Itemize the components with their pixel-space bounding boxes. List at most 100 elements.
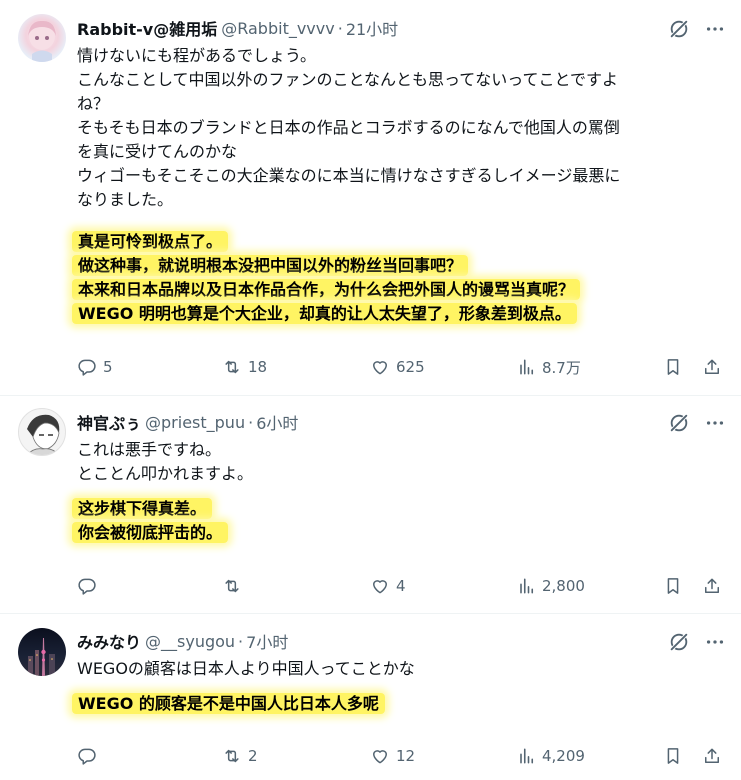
text-line: これは悪手ですね。 — [77, 440, 222, 459]
text-line: なりました。 — [77, 190, 174, 209]
sketch-avatar-image — [26, 414, 60, 455]
views-icon — [516, 576, 536, 596]
more-icon[interactable] — [703, 411, 727, 435]
reply-count: 5 — [103, 358, 113, 376]
views-icon — [516, 357, 536, 377]
share-icon — [702, 746, 722, 766]
grok-icon[interactable] — [667, 630, 691, 654]
user-handle[interactable]: @priest_puu — [145, 413, 245, 432]
tweet-text: 情けないにも程があるでしょう。 こんなことして中国以外のファンのことなんとも思っ… — [77, 44, 620, 212]
views-button[interactable]: 2,800 — [516, 573, 585, 599]
share-button[interactable] — [702, 354, 722, 380]
reply-button[interactable] — [77, 573, 103, 599]
translation-line: 你会被彻底抨击的。 — [72, 522, 229, 543]
text-line: ウィゴーもそこそこの大企業なのに本当に情けなさすぎるしイメージ最悪に — [77, 166, 621, 185]
views-button[interactable]: 4,209 — [516, 743, 585, 769]
repost-button[interactable] — [222, 573, 248, 599]
bookmark-icon — [663, 357, 683, 377]
tweet-header: 神官ぷぅ @priest_puu · 6小时 — [77, 410, 298, 434]
text-line: そもそも日本のブランドと日本の作品とコラボするのになんで他国人の罵倒 — [77, 118, 620, 137]
text-line: ね？ — [77, 94, 110, 113]
share-icon — [702, 576, 722, 596]
action-bar: 2 12 4,209 — [0, 743, 741, 769]
bookmark-button[interactable] — [663, 573, 683, 599]
tweet-text: これは悪手ですね。 とことん叩かれますよ。 — [77, 438, 253, 486]
translation-line: WEGO 明明也算是个大企业，却真的让人太失望了，形象差到极点。 — [72, 303, 577, 324]
share-icon — [702, 357, 722, 377]
grok-icon[interactable] — [667, 411, 691, 435]
display-name[interactable]: みみなり — [77, 629, 141, 653]
avatar[interactable] — [18, 628, 66, 676]
reply-button[interactable]: 5 — [77, 354, 113, 380]
user-handle[interactable]: @__syugou — [145, 632, 235, 651]
like-button[interactable]: 12 — [370, 743, 415, 769]
like-icon — [370, 746, 390, 766]
bookmark-icon — [663, 746, 683, 766]
grok-icon[interactable] — [667, 17, 691, 41]
anime-avatar-image — [28, 20, 56, 62]
text-line: こんなことして中国以外のファンのことなんとも思ってないってことですよ — [77, 70, 618, 89]
action-bar: 5 18 625 8.7万 — [0, 354, 741, 380]
share-button[interactable] — [702, 743, 722, 769]
user-handle[interactable]: @Rabbit_vvvv — [221, 19, 334, 38]
translation-line: 本来和日本品牌以及日本作品合作，为什么会把外国人的谩骂当真呢？ — [72, 279, 581, 300]
repost-button[interactable]: 2 — [222, 743, 258, 769]
tweet[interactable]: 神官ぷぅ @priest_puu · 6小时 これは悪手ですね。 とことん叩かれ… — [0, 396, 741, 613]
reply-button[interactable] — [77, 743, 103, 769]
like-button[interactable]: 625 — [370, 354, 425, 380]
tweet-text: WEGOの顧客は日本人より中国人ってことかな — [77, 657, 415, 681]
text-line: とことん叩かれますよ。 — [77, 464, 254, 483]
reply-icon — [77, 576, 97, 596]
timestamp[interactable]: 7小时 — [246, 629, 288, 653]
repost-icon — [222, 746, 242, 766]
tweet-header: Rabbit-v@雑用垢 @Rabbit_vvvv · 21小时 — [77, 16, 398, 40]
views-button[interactable]: 8.7万 — [516, 354, 581, 380]
translation-block: 真是可怜到极点了。 做这种事，就说明根本没把中国以外的粉丝当回事吧？ 本来和日本… — [72, 230, 581, 326]
like-count: 625 — [396, 358, 425, 376]
more-icon[interactable] — [703, 630, 727, 654]
text-line: 情けないにも程があるでしょう。 — [77, 46, 317, 65]
reply-icon — [77, 746, 97, 766]
share-button[interactable] — [702, 573, 722, 599]
text-line: を真に受けてんのかな — [77, 142, 238, 161]
repost-count: 2 — [248, 747, 258, 765]
view-count: 8.7万 — [542, 358, 581, 377]
more-icon[interactable] — [703, 17, 727, 41]
separator-dot: · — [337, 18, 343, 38]
like-count: 4 — [396, 577, 406, 595]
repost-count: 18 — [248, 358, 268, 376]
reply-icon — [77, 357, 97, 377]
translation-line: 做这种事，就说明根本没把中国以外的粉丝当回事吧？ — [72, 255, 469, 276]
translation-block: 这步棋下得真差。 你会被彻底抨击的。 — [72, 497, 229, 545]
repost-icon — [222, 576, 242, 596]
timestamp[interactable]: 6小时 — [256, 410, 298, 434]
view-count: 4,209 — [542, 747, 585, 765]
timestamp[interactable]: 21小时 — [346, 16, 398, 40]
bookmark-button[interactable] — [663, 354, 683, 380]
display-name[interactable]: Rabbit-v@雑用垢 — [77, 16, 217, 40]
translation-line: 这步棋下得真差。 — [72, 498, 213, 519]
bookmark-icon — [663, 576, 683, 596]
night-city-avatar-image — [28, 638, 55, 676]
view-count: 2,800 — [542, 577, 585, 595]
translation-block: WEGO 的顾客是不是中国人比日本人多呢 — [72, 692, 385, 716]
views-icon — [516, 746, 536, 766]
tweet[interactable]: みみなり @__syugou · 7小时 WEGOの顧客は日本人より中国人ってこ… — [0, 614, 741, 780]
like-button[interactable]: 4 — [370, 573, 406, 599]
display-name[interactable]: 神官ぷぅ — [77, 410, 141, 434]
avatar[interactable] — [18, 14, 66, 62]
bookmark-button[interactable] — [663, 743, 683, 769]
like-icon — [370, 576, 390, 596]
separator-dot: · — [248, 412, 254, 432]
like-icon — [370, 357, 390, 377]
separator-dot: · — [238, 631, 244, 651]
tweet[interactable]: Rabbit-v@雑用垢 @Rabbit_vvvv · 21小时 情けないにも程… — [0, 0, 741, 395]
tweet-header: みみなり @__syugou · 7小时 — [77, 629, 288, 653]
repost-icon — [222, 357, 242, 377]
avatar[interactable] — [18, 408, 66, 456]
repost-button[interactable]: 18 — [222, 354, 267, 380]
action-bar: 4 2,800 — [0, 573, 741, 599]
translation-line: WEGO 的顾客是不是中国人比日本人多呢 — [72, 693, 385, 714]
translation-line: 真是可怜到极点了。 — [72, 231, 229, 252]
text-line: WEGOの顧客は日本人より中国人ってことかな — [77, 659, 415, 678]
